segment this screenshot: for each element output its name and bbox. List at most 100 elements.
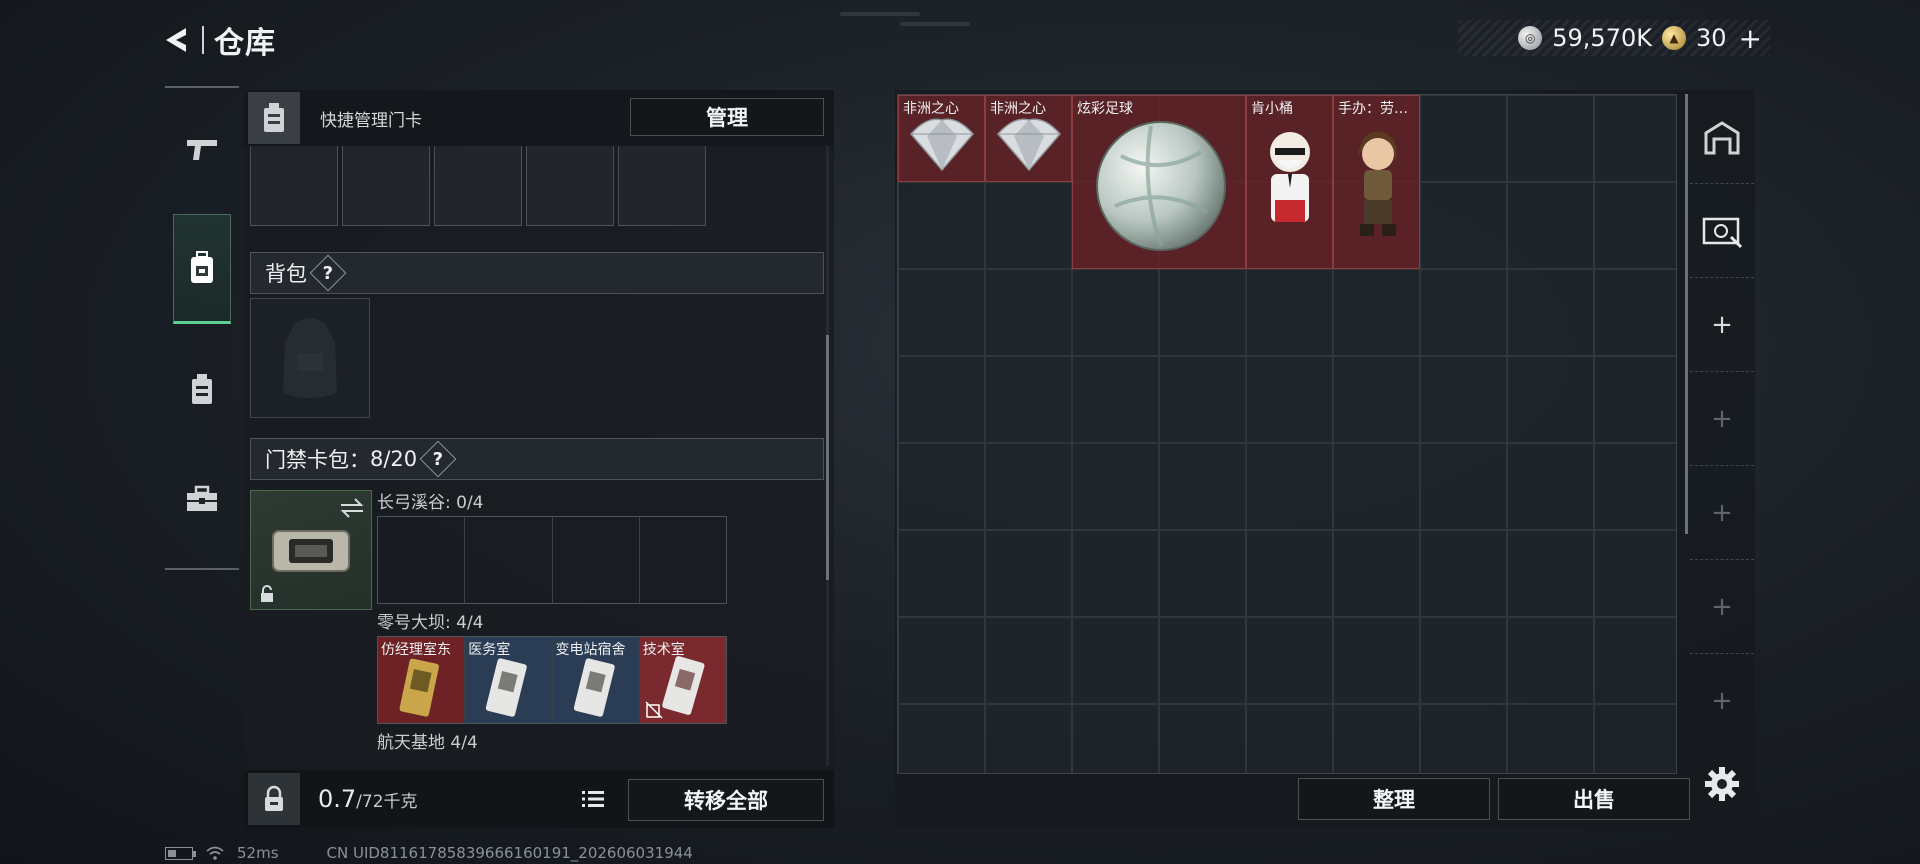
stash-cell[interactable] bbox=[1072, 443, 1159, 530]
stash-item[interactable]: 非洲之心 bbox=[985, 95, 1072, 182]
add-stash-tab[interactable]: + bbox=[1690, 466, 1754, 560]
stash-cell[interactable] bbox=[1159, 443, 1246, 530]
stash-cell[interactable] bbox=[1594, 443, 1676, 530]
stash-cell[interactable] bbox=[1246, 704, 1333, 773]
stash-cell[interactable] bbox=[898, 269, 985, 356]
keycard-item[interactable]: 技术室 bbox=[639, 637, 726, 723]
stash-cell[interactable] bbox=[1594, 95, 1676, 182]
stash-cell[interactable] bbox=[1594, 182, 1676, 269]
stash-cell[interactable] bbox=[1333, 443, 1420, 530]
stash-item[interactable]: 手办：劳… bbox=[1333, 95, 1420, 269]
stash-cell[interactable] bbox=[985, 269, 1072, 356]
stash-cell[interactable] bbox=[1333, 704, 1420, 773]
nav-weapons[interactable] bbox=[165, 94, 239, 204]
stash-cell[interactable] bbox=[1246, 356, 1333, 443]
stash-cell[interactable] bbox=[1507, 356, 1594, 443]
quick-card-slot[interactable] bbox=[434, 146, 522, 226]
stash-cell[interactable] bbox=[1594, 356, 1676, 443]
stash-tab-warehouse[interactable] bbox=[1690, 90, 1754, 184]
stash-cell[interactable] bbox=[898, 182, 985, 269]
stash-cell[interactable] bbox=[1159, 269, 1246, 356]
quick-card-slot[interactable] bbox=[342, 146, 430, 226]
stash-cell[interactable] bbox=[1333, 617, 1420, 704]
stash-cell[interactable] bbox=[1507, 95, 1594, 182]
add-stash-tab[interactable]: + bbox=[1690, 278, 1754, 372]
stash-cell[interactable] bbox=[1072, 269, 1159, 356]
manage-button[interactable]: 管理 bbox=[630, 98, 824, 136]
stash-cell[interactable] bbox=[1072, 704, 1159, 773]
quick-card-slot[interactable] bbox=[618, 146, 706, 226]
stash-cell[interactable] bbox=[1072, 356, 1159, 443]
add-currency-button[interactable]: + bbox=[1739, 22, 1762, 55]
sell-button[interactable]: 出售 bbox=[1498, 778, 1690, 820]
card-slot-empty[interactable] bbox=[378, 517, 466, 603]
stash-cell[interactable] bbox=[898, 617, 985, 704]
lock-icon[interactable] bbox=[248, 773, 300, 825]
keycard-case-item[interactable] bbox=[250, 490, 372, 610]
stash-cell[interactable] bbox=[1159, 617, 1246, 704]
stash-cell[interactable] bbox=[1507, 704, 1594, 773]
stash-cell[interactable] bbox=[1594, 530, 1676, 617]
stash-cell[interactable] bbox=[898, 443, 985, 530]
stash-cell[interactable] bbox=[1507, 443, 1594, 530]
stash-cell[interactable] bbox=[1333, 356, 1420, 443]
stash-cell[interactable] bbox=[1159, 356, 1246, 443]
quick-card-slot[interactable] bbox=[526, 146, 614, 226]
stash-cell[interactable] bbox=[1420, 356, 1507, 443]
stash-tab-ticket[interactable] bbox=[1690, 184, 1754, 278]
keycard-case-help-button[interactable]: ? bbox=[419, 440, 457, 478]
stash-cell[interactable] bbox=[1507, 530, 1594, 617]
stash-item[interactable]: 肯小桶 bbox=[1246, 95, 1333, 269]
stash-cell[interactable] bbox=[985, 443, 1072, 530]
add-stash-tab[interactable]: + bbox=[1690, 560, 1754, 654]
stash-cell[interactable] bbox=[1333, 530, 1420, 617]
stash-cell[interactable] bbox=[1594, 704, 1676, 773]
loadout-scroll-thumb[interactable] bbox=[826, 335, 829, 580]
stash-cell[interactable] bbox=[1420, 95, 1507, 182]
stash-cell[interactable] bbox=[1594, 269, 1676, 356]
stash-cell[interactable] bbox=[1507, 269, 1594, 356]
tidy-button[interactable]: 整理 bbox=[1298, 778, 1490, 820]
stash-cell[interactable] bbox=[1072, 617, 1159, 704]
keycard-item[interactable]: 仿经理室东 bbox=[378, 637, 466, 723]
stash-cell[interactable] bbox=[1420, 269, 1507, 356]
list-view-icon[interactable] bbox=[578, 784, 608, 814]
stash-cell[interactable] bbox=[1420, 704, 1507, 773]
stash-cell[interactable] bbox=[985, 182, 1072, 269]
stash-cell[interactable] bbox=[985, 617, 1072, 704]
back-button[interactable] bbox=[160, 22, 196, 58]
stash-cell[interactable] bbox=[1333, 269, 1420, 356]
stash-cell[interactable] bbox=[1420, 617, 1507, 704]
nav-toolbox[interactable] bbox=[165, 444, 239, 554]
quick-card-slot[interactable] bbox=[250, 146, 338, 226]
stash-cell[interactable] bbox=[985, 530, 1072, 617]
keycard-item[interactable]: 医务室 bbox=[465, 637, 553, 723]
backpack-help-button[interactable]: ? bbox=[309, 254, 347, 292]
nav-keycard-case[interactable] bbox=[165, 334, 239, 444]
stash-cell[interactable] bbox=[898, 704, 985, 773]
stash-cell[interactable] bbox=[898, 530, 985, 617]
backpack-slot[interactable] bbox=[250, 298, 370, 418]
stash-cell[interactable] bbox=[1420, 182, 1507, 269]
stash-cell[interactable] bbox=[1594, 617, 1676, 704]
transfer-all-button[interactable]: 转移全部 bbox=[628, 779, 824, 821]
stash-cell[interactable] bbox=[1159, 530, 1246, 617]
stash-cell[interactable] bbox=[1246, 530, 1333, 617]
stash-cell[interactable] bbox=[1159, 704, 1246, 773]
stash-cell[interactable] bbox=[898, 356, 985, 443]
stash-cell[interactable] bbox=[1420, 530, 1507, 617]
card-slot-empty[interactable] bbox=[640, 517, 726, 603]
stash-cell[interactable] bbox=[1420, 443, 1507, 530]
stash-cell[interactable] bbox=[985, 704, 1072, 773]
stash-cell[interactable] bbox=[1072, 530, 1159, 617]
stash-scrollbar[interactable] bbox=[1685, 94, 1688, 534]
stash-cell[interactable] bbox=[1507, 617, 1594, 704]
stash-item[interactable]: 炫彩足球 bbox=[1072, 95, 1246, 269]
nav-backpack[interactable] bbox=[173, 214, 231, 324]
add-stash-tab[interactable]: + bbox=[1690, 372, 1754, 466]
settings-button[interactable] bbox=[1700, 762, 1744, 806]
add-stash-tab[interactable]: + bbox=[1690, 654, 1754, 748]
card-slot-empty[interactable] bbox=[553, 517, 640, 603]
stash-cell[interactable] bbox=[1246, 443, 1333, 530]
stash-cell[interactable] bbox=[1246, 617, 1333, 704]
